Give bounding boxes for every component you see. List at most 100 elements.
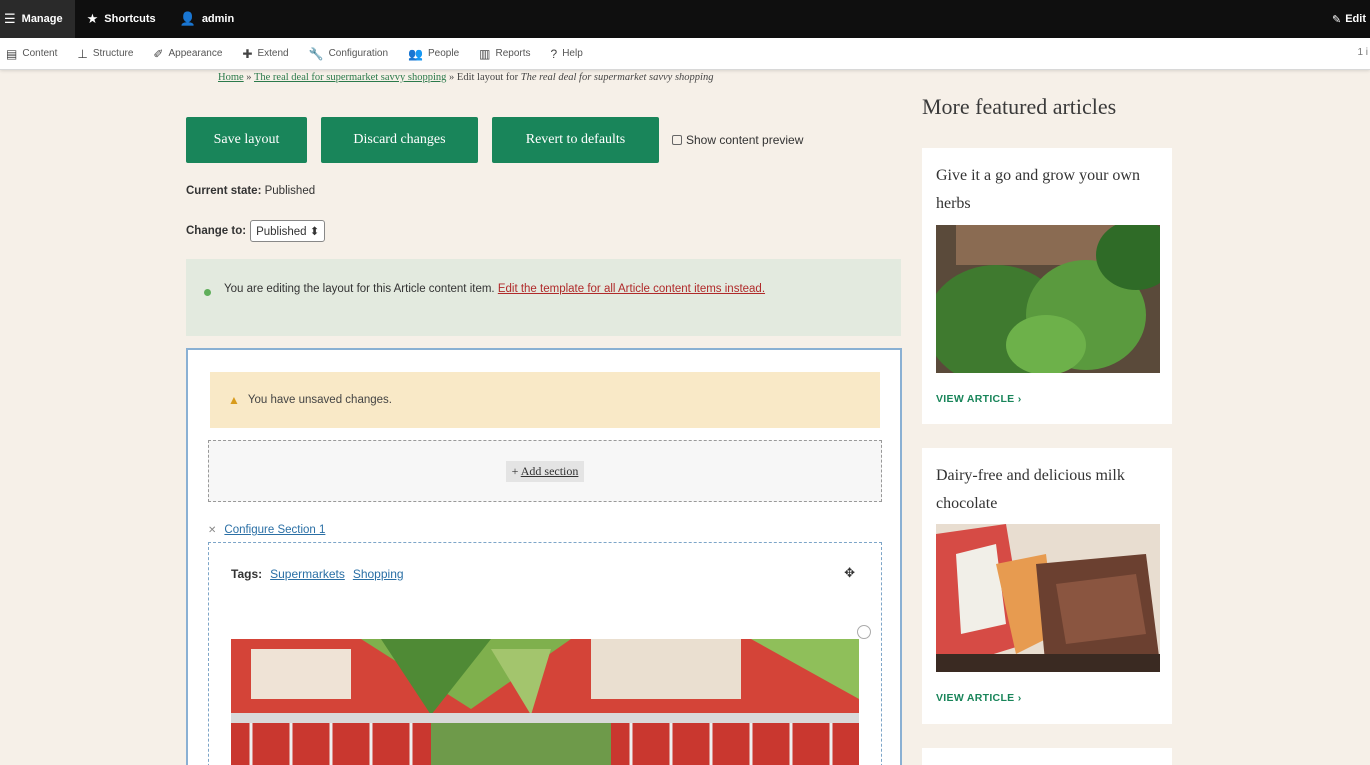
preview-label: Show content preview — [686, 133, 804, 147]
admin-menu-bar: ▤ Content ⊥ Structure ✐ Appearance ✚ Extend … — [0, 38, 1370, 70]
star-icon: ★ — [86, 11, 99, 26]
view-article-link[interactable]: VIEW ARTICLE › — [936, 692, 1021, 704]
tags-label: Tags: — [231, 567, 263, 581]
article-hero-image — [231, 639, 859, 765]
state-select-value: Published — [256, 226, 307, 238]
hamburger-icon: ☰ — [4, 11, 16, 26]
featured-article-card: Dairy-free and delicious milk chocolate … — [922, 448, 1172, 724]
card-title[interactable]: Dairy-free and delicious milk chocolate — [936, 462, 1160, 518]
menu-item-label: Configuration — [328, 48, 389, 59]
card-image[interactable] — [936, 524, 1160, 672]
menu-item-reports[interactable]: ▥ Reports — [479, 47, 530, 61]
warning-text: You have unsaved changes. — [247, 394, 392, 406]
breadcrumb-article-link[interactable]: The real deal for supermarket savvy shop… — [254, 72, 446, 83]
change-state: Change to: Published ⬍ — [186, 220, 326, 242]
user-icon: 👤 — [179, 11, 196, 26]
revert-to-defaults-button[interactable]: Revert to defaults — [492, 117, 659, 163]
pencil-icon: ✎ — [1332, 13, 1342, 26]
tags-block: Tags: Supermarkets Shopping — [231, 567, 412, 581]
menu-item-label: People — [428, 48, 460, 59]
structure-icon: ⊥ — [77, 46, 88, 61]
menu-item-label: Structure — [92, 48, 134, 59]
people-icon: 👥 — [408, 46, 423, 61]
user-tab[interactable]: 👤 admin — [168, 0, 247, 38]
menu-item-label: Extend — [257, 48, 289, 59]
configure-section: ✕ Configure Section 1 — [208, 524, 325, 536]
manage-label: Manage — [21, 13, 63, 25]
view-article-label: VIEW ARTICLE — [936, 692, 1015, 704]
info-icon — [204, 289, 211, 296]
menu-item-appearance[interactable]: ✐ Appearance — [153, 47, 222, 61]
chevron-right-icon: › — [1017, 393, 1022, 405]
change-state-label: Change to: — [186, 225, 247, 237]
current-state: Current state: Published — [186, 185, 315, 197]
wrench-icon: 🔧 — [308, 46, 324, 61]
vegetables-image — [231, 639, 859, 765]
menu-item-people[interactable]: 👥 People — [408, 47, 459, 61]
tag-link[interactable]: Supermarkets — [270, 567, 345, 581]
menu-item-extend[interactable]: ✚ Extend — [242, 47, 288, 61]
sidebar-title: More featured articles — [922, 94, 1117, 119]
breadcrumb-current-title: The real deal for supermarket savvy shop… — [520, 72, 714, 83]
unsaved-changes-warning: ▲ You have unsaved changes. — [210, 372, 880, 428]
edit-label: Edit — [1345, 13, 1366, 25]
remove-section-icon[interactable]: ✕ — [208, 525, 216, 536]
admin-toolbar: ☰ Manage ★ Shortcuts 👤 admin ✎ Edit — [0, 0, 1370, 38]
show-content-preview-toggle[interactable]: Show content preview — [672, 133, 803, 147]
current-state-label: Current state: — [186, 185, 262, 197]
edit-tab[interactable]: ✎ Edit — [1332, 0, 1366, 38]
state-select[interactable]: Published ⬍ — [250, 220, 326, 242]
add-section-link[interactable]: + Add section — [505, 460, 585, 482]
add-section-area: + Add section — [208, 440, 882, 502]
discard-changes-button[interactable]: Discard changes — [321, 117, 478, 163]
menu-item-structure[interactable]: ⊥ Structure — [77, 47, 133, 61]
manage-tab[interactable]: ☰ Manage — [0, 0, 75, 38]
configure-section-link[interactable]: Configure Section 1 — [224, 524, 325, 536]
select-arrows-icon: ⬍ — [309, 226, 320, 238]
breadcrumb-separator: » — [243, 72, 254, 83]
card-title[interactable]: Give it a go and grow your own herbs — [936, 162, 1160, 218]
current-state-value: Published — [264, 185, 316, 197]
tag-link[interactable]: Shopping — [353, 567, 404, 581]
menu-item-configuration[interactable]: 🔧 Configuration — [309, 47, 388, 61]
breadcrumb-home-link[interactable]: Home — [218, 72, 244, 83]
menu-item-label: Help — [562, 48, 583, 59]
breadcrumb-current-prefix: Edit layout for — [456, 72, 521, 83]
menu-item-label: Content — [22, 48, 58, 59]
layout-builder: ▲ You have unsaved changes. + Add sectio… — [186, 348, 902, 765]
view-article-link[interactable]: VIEW ARTICLE › — [936, 393, 1021, 405]
file-icon: ▤ — [6, 46, 18, 61]
move-handle-icon[interactable]: ✥ — [844, 565, 855, 581]
shortcuts-label: Shortcuts — [104, 13, 156, 25]
plus-icon: + — [511, 463, 519, 478]
menu-item-content[interactable]: ▤ Content — [6, 47, 57, 61]
save-layout-button[interactable]: Save layout — [186, 117, 307, 163]
breadcrumb-separator: » — [446, 72, 457, 83]
menu-item-label: Appearance — [168, 48, 223, 59]
help-icon: ? — [550, 46, 558, 61]
menu-overflow[interactable]: 1 i — [1357, 47, 1368, 58]
contextual-edit-icon[interactable] — [857, 625, 871, 639]
bar-chart-icon: ▥ — [479, 46, 491, 61]
warning-icon: ▲ — [228, 393, 240, 407]
herbs-image — [936, 225, 1160, 373]
menu-item-help[interactable]: ? Help — [551, 47, 583, 61]
puzzle-icon: ✚ — [242, 46, 253, 61]
chocolate-image — [936, 524, 1160, 672]
chevron-right-icon: › — [1017, 692, 1022, 704]
menu-item-label: Reports — [495, 48, 531, 59]
preview-checkbox[interactable] — [672, 135, 682, 145]
edit-template-link[interactable]: Edit the template for all Article conten… — [498, 283, 765, 295]
shortcuts-tab[interactable]: ★ Shortcuts — [75, 0, 168, 38]
view-article-label: VIEW ARTICLE — [936, 393, 1015, 405]
card-image[interactable] — [936, 225, 1160, 373]
info-message: You are editing the layout for this Arti… — [186, 259, 901, 336]
info-message-text: You are editing the layout for this Arti… — [224, 283, 495, 295]
brush-icon: ✐ — [153, 46, 164, 61]
section-region: Tags: Supermarkets Shopping ✥ — [208, 542, 882, 765]
featured-article-card-partial — [922, 748, 1172, 765]
user-label: admin — [201, 13, 235, 25]
add-section-label: Add section — [520, 463, 579, 478]
featured-article-card: Give it a go and grow your own herbs VIE… — [922, 148, 1172, 424]
breadcrumb: Home » The real deal for supermarket sav… — [218, 72, 713, 83]
